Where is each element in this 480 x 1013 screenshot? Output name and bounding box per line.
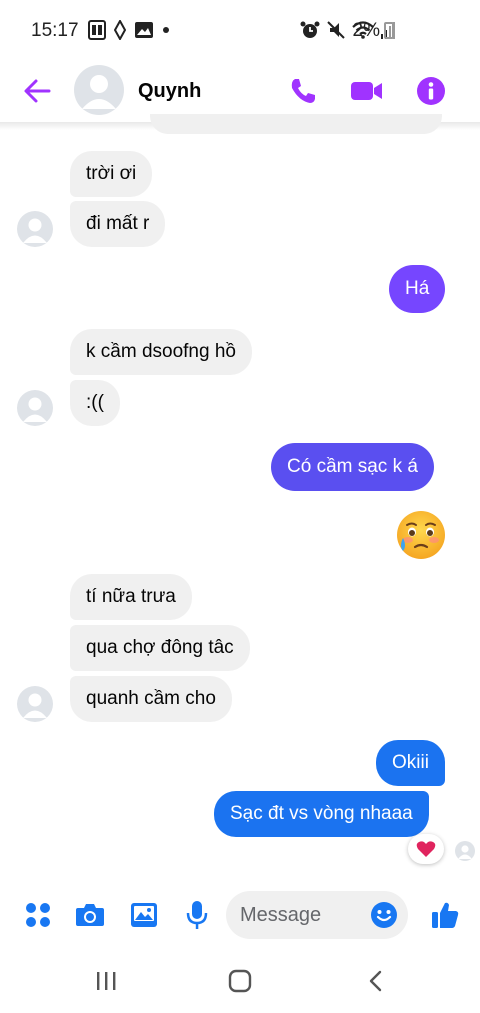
conversation-info-button[interactable] [414,74,448,108]
dot-icon [163,27,169,33]
video-call-button[interactable] [350,74,384,108]
recent-apps-icon [97,972,116,990]
voice-record-button[interactable] [180,898,214,932]
sender-avatar[interactable] [17,390,53,426]
contact-name[interactable]: Quynh [138,80,201,103]
arrow-left-icon [24,79,51,103]
default-avatar-icon [23,218,47,243]
battery-percent: 2% [352,20,380,41]
message-bubble-outgoing[interactable]: Há [389,265,446,313]
status-notification-icons [88,20,170,40]
camera-button[interactable] [73,898,107,932]
emoji-message[interactable] [394,508,448,562]
message-bubble-incoming[interactable]: quanh cầm cho [70,676,232,722]
voice-call-button[interactable] [286,74,320,108]
video-camera-icon [351,82,382,100]
alarm-icon [300,21,320,38]
gallery-button[interactable] [127,898,161,932]
contact-avatar[interactable] [74,65,124,115]
status-bar: 15:17 2% [0,0,480,62]
smiley-icon [371,902,397,928]
recent-apps-button[interactable] [91,966,121,996]
heart-icon [416,841,436,857]
message-reaction[interactable] [408,834,444,864]
image-icon [135,22,153,38]
like-button[interactable] [428,898,462,932]
gallery-app-icon [88,20,106,40]
previous-message-bubble [150,114,442,134]
message-bubble-incoming[interactable]: k cầm dsoofng hồ [70,329,252,375]
face-holding-back-tears-emoji [397,511,445,559]
sender-avatar[interactable] [17,211,53,247]
default-avatar-icon [23,693,47,718]
message-bubble-incoming[interactable]: đi mất r [70,201,166,247]
message-composer: Message [0,880,480,950]
battery-icon [384,22,394,39]
message-bubble-incoming[interactable]: :(( [70,380,120,426]
status-time: 15:17 [31,20,79,41]
system-navigation-bar [0,950,480,1013]
four-dots-icon [26,903,50,927]
seen-receipt-avatar [455,841,475,861]
message-input-placeholder: Message [240,904,322,926]
back-button[interactable] [22,76,52,106]
message-bubble-outgoing[interactable]: Okiii [376,740,445,786]
message-bubble-incoming[interactable]: qua chợ đông tâc [70,625,250,671]
info-icon [417,77,445,105]
more-actions-button[interactable] [21,898,55,932]
conversation-header: Quynh [0,62,480,122]
default-avatar-icon [23,397,47,422]
photo-icon [131,903,157,927]
status-system-icons [300,20,396,40]
emoji-button[interactable] [370,901,398,929]
message-bubble-incoming[interactable]: tí nữa trưa [70,574,192,620]
message-input[interactable]: Message [226,891,408,939]
home-icon [228,969,252,993]
default-avatar-icon [458,845,472,859]
message-bubble-incoming[interactable]: trời ơi [70,151,153,197]
vpn-icon [114,20,126,40]
camera-icon [76,904,104,926]
phone-icon [291,79,315,103]
home-button[interactable] [225,966,255,996]
mute-icon [327,21,345,39]
chevron-left-icon [369,970,382,992]
thumbs-up-icon [432,902,459,928]
back-nav-button[interactable] [361,966,391,996]
sender-avatar[interactable] [17,686,53,722]
message-bubble-outgoing[interactable]: Có cầm sạc k á [271,443,434,491]
microphone-icon [186,901,208,929]
default-avatar-icon [82,75,116,109]
message-bubble-outgoing[interactable]: Sạc đt vs vòng nhaaa [214,791,429,837]
